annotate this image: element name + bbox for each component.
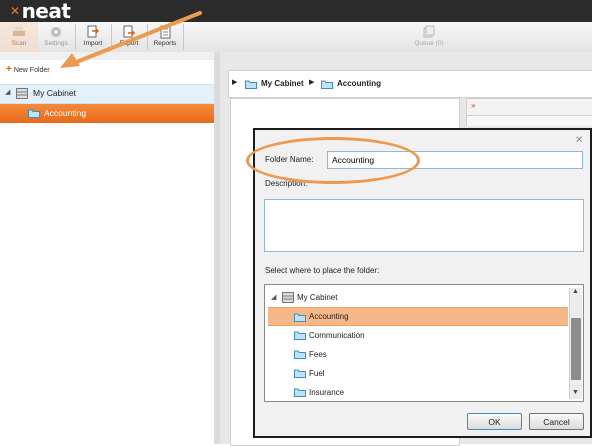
cabinet-icon bbox=[16, 88, 28, 99]
breadcrumb-my-cabinet[interactable]: My Cabinet bbox=[261, 79, 304, 88]
tree-item-fees[interactable]: Fees bbox=[268, 345, 568, 364]
folder-icon bbox=[321, 80, 333, 89]
plus-icon: + bbox=[6, 64, 12, 75]
double-chevron-icon[interactable]: » bbox=[471, 101, 475, 110]
breadcrumb-accounting[interactable]: Accounting bbox=[337, 79, 381, 88]
folder-icon bbox=[245, 80, 257, 89]
scrollbar-thumb[interactable] bbox=[571, 318, 581, 380]
queue-button[interactable]: Queue (0) bbox=[402, 22, 456, 52]
settings-button[interactable]: Settings bbox=[38, 22, 74, 52]
expand-arrow-icon[interactable]: ◢ bbox=[271, 288, 276, 307]
sidebar-item-label: My Cabinet bbox=[33, 88, 76, 98]
tree-item-label: My Cabinet bbox=[297, 293, 338, 302]
cabinet-icon bbox=[282, 292, 294, 303]
tree-item-label: Accounting bbox=[309, 312, 349, 321]
tree-item-insurance[interactable]: Insurance bbox=[268, 383, 568, 400]
side-panel-strip bbox=[466, 116, 592, 126]
toolbar-divider bbox=[183, 24, 184, 50]
new-folder-label: New Folder bbox=[13, 67, 50, 74]
sidebar-item-accounting[interactable]: Accounting bbox=[0, 104, 214, 123]
description-field[interactable] bbox=[264, 199, 584, 252]
sidebar-item-my-cabinet[interactable]: ◢ My Cabinet bbox=[0, 84, 214, 104]
import-icon bbox=[87, 25, 99, 38]
tree-item-label: Fees bbox=[309, 350, 327, 359]
brand-bar bbox=[0, 0, 592, 22]
import-button[interactable]: Import bbox=[76, 22, 110, 52]
gear-icon bbox=[51, 27, 61, 37]
export-button[interactable]: Export bbox=[112, 22, 146, 52]
folder-icon bbox=[294, 313, 306, 322]
side-panel-header: » bbox=[466, 98, 592, 116]
chevron-right-icon: ▶ bbox=[232, 79, 238, 86]
export-label: Export bbox=[119, 40, 139, 47]
annotation-oval bbox=[246, 137, 420, 184]
export-icon bbox=[123, 25, 135, 38]
tree-item-label: Fuel bbox=[309, 369, 325, 378]
logo-text: neat bbox=[21, 0, 71, 23]
ok-button[interactable]: OK bbox=[467, 413, 522, 430]
neat-logo: ✕ neat bbox=[10, 0, 71, 23]
scanner-icon bbox=[13, 27, 25, 36]
breadcrumb: ▶ My Cabinet ▶ Accounting bbox=[228, 70, 592, 98]
settings-label: Settings bbox=[44, 40, 68, 47]
queue-icon bbox=[423, 25, 435, 38]
chevron-right-icon: ▶ bbox=[309, 79, 315, 86]
tree-item-label: Communication bbox=[309, 331, 365, 340]
reports-label: Reports bbox=[153, 40, 177, 47]
cancel-button[interactable]: Cancel bbox=[529, 413, 584, 430]
folder-icon bbox=[294, 350, 306, 359]
folder-icon bbox=[294, 331, 306, 340]
folder-icon bbox=[294, 369, 306, 378]
expand-arrow-icon[interactable]: ◢ bbox=[5, 88, 10, 96]
tree-scrollbar[interactable]: ▲ ▼ bbox=[569, 288, 582, 399]
tree-item-accounting[interactable]: Accounting bbox=[268, 307, 568, 326]
sidebar-item-label: Accounting bbox=[44, 108, 87, 118]
reports-icon bbox=[160, 25, 171, 39]
import-label: Import bbox=[83, 40, 103, 47]
scroll-up-icon[interactable]: ▲ bbox=[572, 288, 579, 295]
tree-item-fuel[interactable]: Fuel bbox=[268, 364, 568, 383]
scroll-down-icon[interactable]: ▼ bbox=[572, 389, 579, 396]
place-folder-label: Select where to place the folder: bbox=[265, 266, 380, 275]
scan-button[interactable]: Scan bbox=[0, 22, 38, 52]
new-folder-button[interactable]: + New Folder bbox=[6, 64, 50, 75]
folder-icon bbox=[28, 109, 40, 118]
close-icon[interactable]: ✕ bbox=[575, 135, 583, 146]
scan-label: Scan bbox=[11, 40, 27, 47]
folder-icon bbox=[294, 388, 306, 397]
left-panel-header bbox=[0, 52, 214, 60]
queue-label: Queue (0) bbox=[414, 40, 444, 47]
reports-button[interactable]: Reports bbox=[148, 22, 182, 52]
tree-item-my-cabinet[interactable]: ◢ My Cabinet bbox=[268, 288, 568, 307]
tree-item-communication[interactable]: Communication bbox=[268, 326, 568, 345]
tree-item-label: Insurance bbox=[309, 388, 345, 397]
